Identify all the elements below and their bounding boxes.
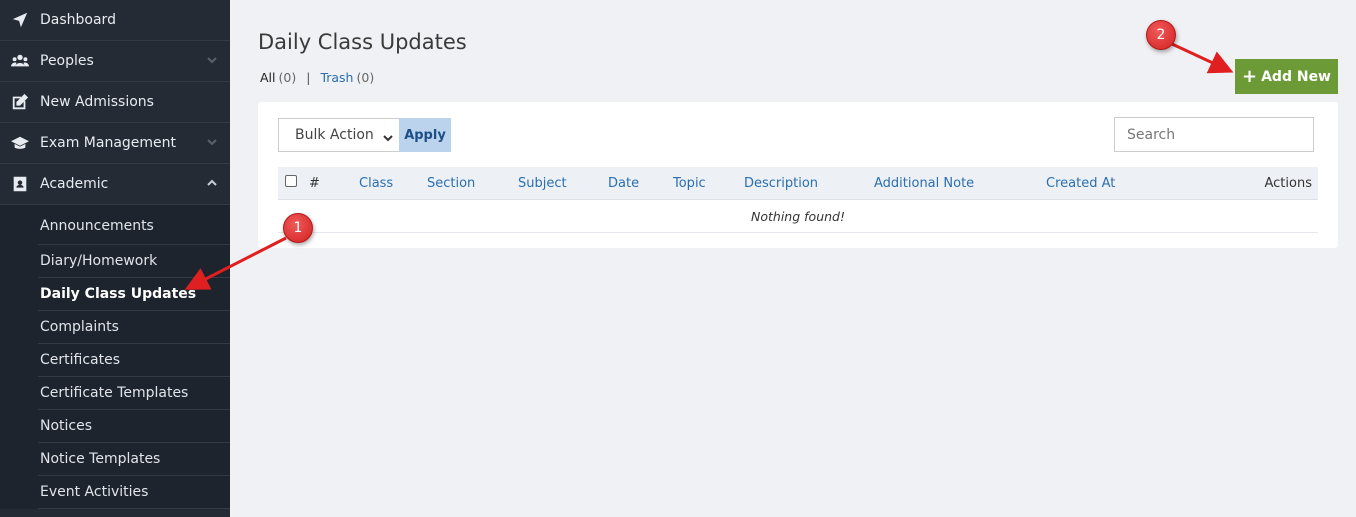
chevron-down-icon [383,131,393,142]
status-filters: All (0) | Trash (0) [260,70,374,85]
chevron-down-icon [206,136,218,148]
add-new-button[interactable]: + Add New [1235,59,1338,94]
address-card-icon [10,174,30,194]
list-panel: Bulk Action Apply # Class Section Subjec… [258,102,1338,248]
sidebar-item-label: Exam Management [40,135,177,151]
sidebar-item-dashboard[interactable]: Dashboard [0,0,230,41]
sidebar-item-event-activities[interactable]: Event Activities [38,476,230,509]
filter-all-link[interactable]: All [260,70,276,85]
chevron-down-icon [206,54,218,66]
sidebar-item-certificates[interactable]: Certificates [38,344,230,377]
academic-submenu: Announcements Diary/Homework Daily Class… [0,205,230,509]
empty-table-message: Nothing found! [278,200,1318,233]
sidebar-item-certificate-templates[interactable]: Certificate Templates [38,377,230,410]
sidebar-item-academic[interactable]: Academic [0,164,230,205]
sidebar-item-label: New Admissions [40,94,154,110]
annotation-badge-1: 1 [283,213,313,243]
annotation-badge-2: 2 [1146,20,1176,50]
sidebar-item-announcements[interactable]: Announcements [38,207,230,245]
sidebar-item-diary-homework[interactable]: Diary/Homework [38,245,230,278]
page-title: Daily Class Updates [258,30,467,54]
main-content: Daily Class Updates All (0) | Trash (0) … [230,0,1356,517]
sidebar-item-notices[interactable]: Notices [38,410,230,443]
sidebar-item-label: Dashboard [40,12,116,28]
search-input[interactable] [1114,117,1314,152]
sidebar-item-new-admissions[interactable]: New Admissions [0,82,230,123]
navigation-arrow-icon [10,10,30,30]
filter-trash-count: (0) [356,70,375,85]
column-header-class[interactable]: Class [359,176,393,191]
column-header-created-at[interactable]: Created At [1046,176,1115,191]
column-header-additional-note[interactable]: Additional Note [874,176,974,191]
column-header-subject[interactable]: Subject [518,176,567,191]
sidebar-item-notice-templates[interactable]: Notice Templates [38,443,230,476]
column-header-actions: Actions [1264,176,1313,191]
sidebar-item-complaints[interactable]: Complaints [38,311,230,344]
column-header-date[interactable]: Date [608,176,639,191]
bulk-action-select[interactable]: Bulk Action [278,118,399,152]
sidebar-item-peoples[interactable]: Peoples [0,41,230,82]
column-header-description[interactable]: Description [744,176,818,191]
table-header: # Class Section Subject Date Topic Descr… [278,167,1318,200]
filter-separator: | [306,70,311,85]
sidebar-item-label: Academic [40,176,109,192]
sidebar-item-label: Peoples [40,53,94,69]
bulk-action-value: Bulk Action [295,127,374,143]
plus-icon: + [1242,65,1258,87]
graduation-cap-icon [10,133,30,153]
users-icon [10,51,30,71]
sidebar-item-exam-management[interactable]: Exam Management [0,123,230,164]
filter-trash-link[interactable]: Trash [320,70,353,85]
filter-all-count: (0) [278,70,297,85]
add-new-label: Add New [1261,68,1331,85]
select-all-checkbox[interactable] [285,175,297,187]
chevron-up-icon [206,177,218,189]
apply-button[interactable]: Apply [399,118,451,152]
sidebar: Dashboard Peoples New Admissions Exam Ma… [0,0,230,517]
column-header-number: # [309,176,320,191]
sidebar-item-daily-class-updates[interactable]: Daily Class Updates [38,278,230,311]
column-header-section[interactable]: Section [427,176,475,191]
edit-icon [10,92,30,112]
column-header-topic[interactable]: Topic [673,176,706,191]
